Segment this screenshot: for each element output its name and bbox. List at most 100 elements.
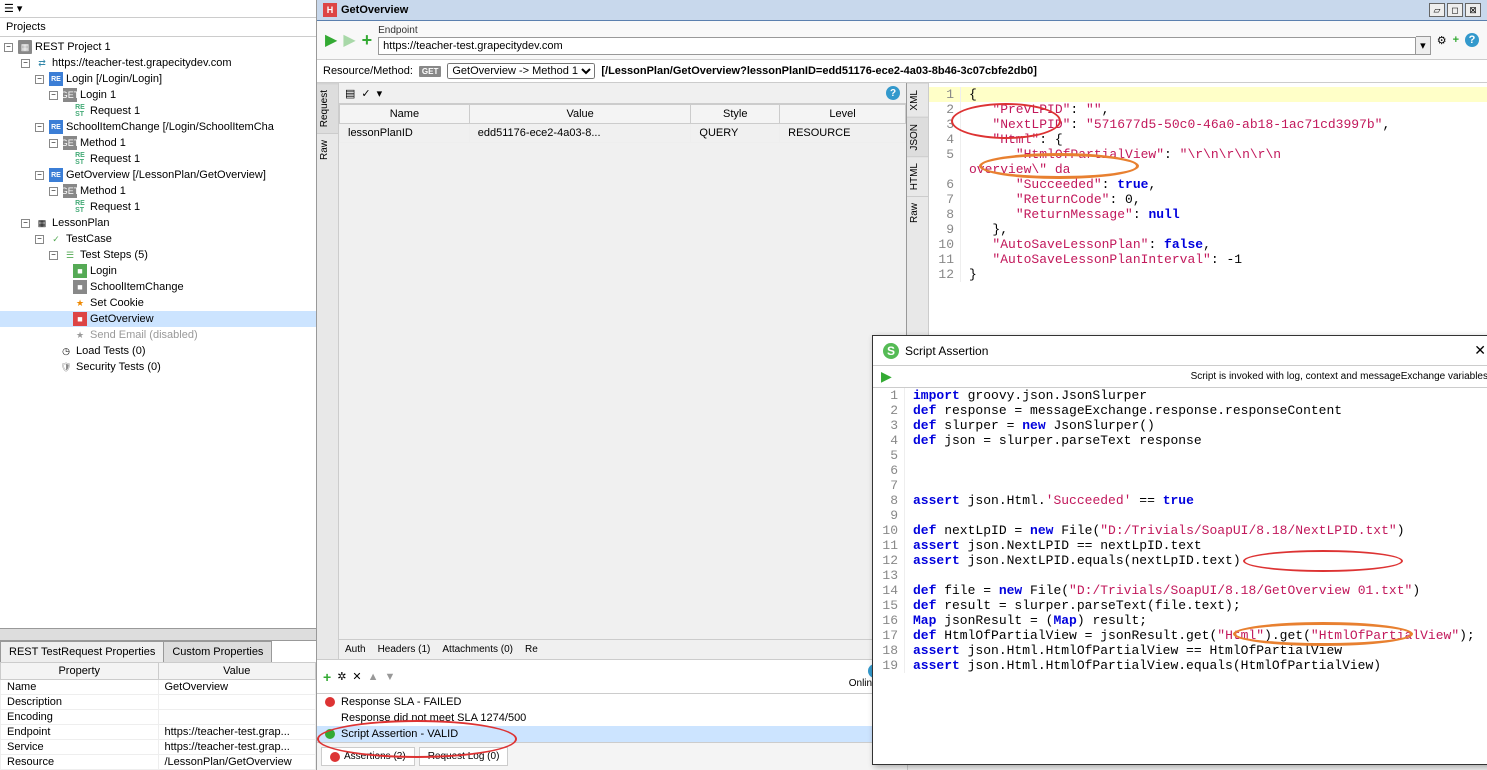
tab-assertions[interactable]: Assertions (2) xyxy=(321,747,415,766)
rest-request-icon: H xyxy=(323,3,337,17)
project-icon: ▦ xyxy=(18,40,32,54)
tree-step-login[interactable]: Login xyxy=(90,265,117,277)
request-subtab[interactable]: Re xyxy=(525,644,538,655)
endpoint-dropdown[interactable]: ▾ xyxy=(1416,36,1431,55)
parameters-table: Name Value Style Level lessonPlanID edd5… xyxy=(339,104,906,143)
col-property: Property xyxy=(1,663,159,680)
tree-request[interactable]: Request 1 xyxy=(90,153,140,165)
tab-custom-properties[interactable]: Custom Properties xyxy=(163,641,272,662)
table-row[interactable]: lessonPlanID edd51176-ece2-4a03-8... QUE… xyxy=(340,124,906,143)
method-icon: GET xyxy=(63,184,77,198)
method-icon: GET xyxy=(63,88,77,102)
assertions-toolbar: + ✲ ✕ ▲ ▼ ? Online Help xyxy=(317,659,907,693)
col-value: Value xyxy=(469,105,691,124)
tree-securitytests[interactable]: Security Tests (0) xyxy=(76,361,161,373)
toolbar-dd[interactable]: ▾ xyxy=(377,87,383,100)
remove-icon[interactable]: ✕ xyxy=(352,670,361,683)
resource-icon: RE xyxy=(49,168,63,182)
assertion-row[interactable]: Response did not meet SLA 1274/500 xyxy=(317,710,907,726)
toolbar-icon[interactable]: ⚙ xyxy=(1437,34,1447,47)
run-script-button[interactable]: ▶ xyxy=(881,368,892,385)
add-button[interactable]: + xyxy=(362,30,373,51)
project-panel: ☰ ▾ Projects −▦REST Project 1 −⇄https://… xyxy=(0,0,317,770)
expander-icon[interactable]: − xyxy=(4,43,13,52)
request-subtab[interactable]: Headers (1) xyxy=(378,644,431,655)
tree-lessonplan[interactable]: LessonPlan xyxy=(52,217,110,229)
assertion-row[interactable]: Response SLA - FAILED xyxy=(317,694,907,710)
tab-html[interactable]: HTML xyxy=(907,156,928,196)
toolbar-icon[interactable]: ▤ xyxy=(345,87,355,100)
help-icon[interactable]: ? xyxy=(1465,33,1479,47)
tree-schoolitem-resource[interactable]: SchoolItemChange [/Login/SchoolItemCha xyxy=(66,121,274,133)
col-level: Level xyxy=(780,105,906,124)
tree-method[interactable]: Method 1 xyxy=(80,185,126,197)
tab-raw[interactable]: Raw xyxy=(317,133,338,166)
script-assertion-dialog: S Script Assertion ✕ ▶ Script is invoked… xyxy=(872,335,1487,765)
panel-toolbar: ☰ ▾ xyxy=(0,0,316,18)
close-icon[interactable]: ✕ xyxy=(1474,342,1486,359)
method-icon: GET xyxy=(63,136,77,150)
resource-icon: RE xyxy=(49,120,63,134)
service-icon: ⇄ xyxy=(35,56,49,70)
request-subtab[interactable]: Auth xyxy=(345,644,366,655)
run-button[interactable]: ▶ xyxy=(325,30,337,50)
step-icon: ■ xyxy=(73,280,87,294)
tree-loadtests[interactable]: Load Tests (0) xyxy=(76,345,146,357)
tree-login-method[interactable]: Login 1 xyxy=(80,89,116,101)
expander-icon[interactable]: − xyxy=(21,59,30,68)
tree-login-resource[interactable]: Login [/Login/Login] xyxy=(66,73,162,85)
add-assertion-button[interactable]: + xyxy=(323,669,331,685)
run-all-button[interactable]: ▶ xyxy=(343,30,355,50)
request-icon: REST xyxy=(73,104,87,118)
tree-testcase[interactable]: TestCase xyxy=(66,233,112,245)
tree-step-sendemail[interactable]: Send Email (disabled) xyxy=(90,329,198,341)
request-toolbar: ▶ ▶ + Endpoint ▾ ⚙ + ? xyxy=(317,21,1487,60)
tab-rest-properties[interactable]: REST TestRequest Properties xyxy=(0,641,164,662)
method-badge: GET xyxy=(419,66,441,77)
resource-icon: RE xyxy=(49,72,63,86)
down-icon[interactable]: ▼ xyxy=(385,671,396,683)
step-icon: ★ xyxy=(73,296,87,310)
tree-service[interactable]: https://teacher-test.grapecitydev.com xyxy=(52,57,232,69)
tree-teststeps[interactable]: Test Steps (5) xyxy=(80,249,148,261)
step-icon: ■ xyxy=(73,264,87,278)
testsuite-icon: ▦ xyxy=(35,216,49,230)
resource-path: [/LessonPlan/GetOverview?lessonPlanID=ed… xyxy=(601,65,1037,77)
tree-step-setcookie[interactable]: Set Cookie xyxy=(90,297,144,309)
resource-method-select[interactable]: GetOverview -> Method 1 xyxy=(447,63,595,79)
col-style: Style xyxy=(691,105,780,124)
gear-icon[interactable]: ✲ xyxy=(337,670,346,683)
tree-request[interactable]: Request 1 xyxy=(90,105,140,117)
assertion-row[interactable]: Script Assertion - VALID xyxy=(317,726,907,742)
script-editor[interactable]: 1import groovy.json.JsonSlurper2def resp… xyxy=(873,388,1487,764)
tree-step-schoolitem[interactable]: SchoolItemChange xyxy=(90,281,184,293)
step-icon: ■ xyxy=(73,312,87,326)
tab-raw[interactable]: Raw xyxy=(907,196,928,229)
add-icon[interactable]: + xyxy=(1453,34,1459,46)
dialog-msg: Script is invoked with log, context and … xyxy=(1191,371,1487,382)
tree-request[interactable]: Request 1 xyxy=(90,201,140,213)
up-icon[interactable]: ▲ xyxy=(368,671,379,683)
endpoint-label: Endpoint xyxy=(378,25,1431,36)
tree-step-getoverview[interactable]: GetOverview xyxy=(90,313,154,325)
tree-root[interactable]: REST Project 1 xyxy=(35,41,111,53)
maximize-icon[interactable]: ◻ xyxy=(1447,3,1463,17)
tree-getoverview-resource[interactable]: GetOverview [/LessonPlan/GetOverview] xyxy=(66,169,266,181)
minimize-icon[interactable]: ▱ xyxy=(1429,3,1445,17)
tab-xml[interactable]: XML xyxy=(907,83,928,117)
endpoint-input[interactable] xyxy=(378,37,1416,55)
tab-title: GetOverview xyxy=(341,4,408,16)
request-subtab[interactable]: Attachments (0) xyxy=(442,644,513,655)
tree-method[interactable]: Method 1 xyxy=(80,137,126,149)
project-tree[interactable]: −▦REST Project 1 −⇄https://teacher-test.… xyxy=(0,37,316,628)
help-icon[interactable]: ? xyxy=(886,86,900,100)
assertions-list[interactable]: Response SLA - FAILEDResponse did not me… xyxy=(317,693,907,742)
toolbar-icon[interactable]: ✓ xyxy=(361,87,370,100)
tab-request-log[interactable]: Request Log (0) xyxy=(419,747,509,766)
properties-table: PropertyValue NameGetOverviewDescription… xyxy=(0,662,316,770)
tab-request[interactable]: Request xyxy=(317,83,338,133)
tab-json[interactable]: JSON xyxy=(907,117,928,157)
close-icon[interactable]: ⊠ xyxy=(1465,3,1481,17)
col-name: Name xyxy=(340,105,470,124)
resource-label: Resource/Method: xyxy=(323,65,413,77)
